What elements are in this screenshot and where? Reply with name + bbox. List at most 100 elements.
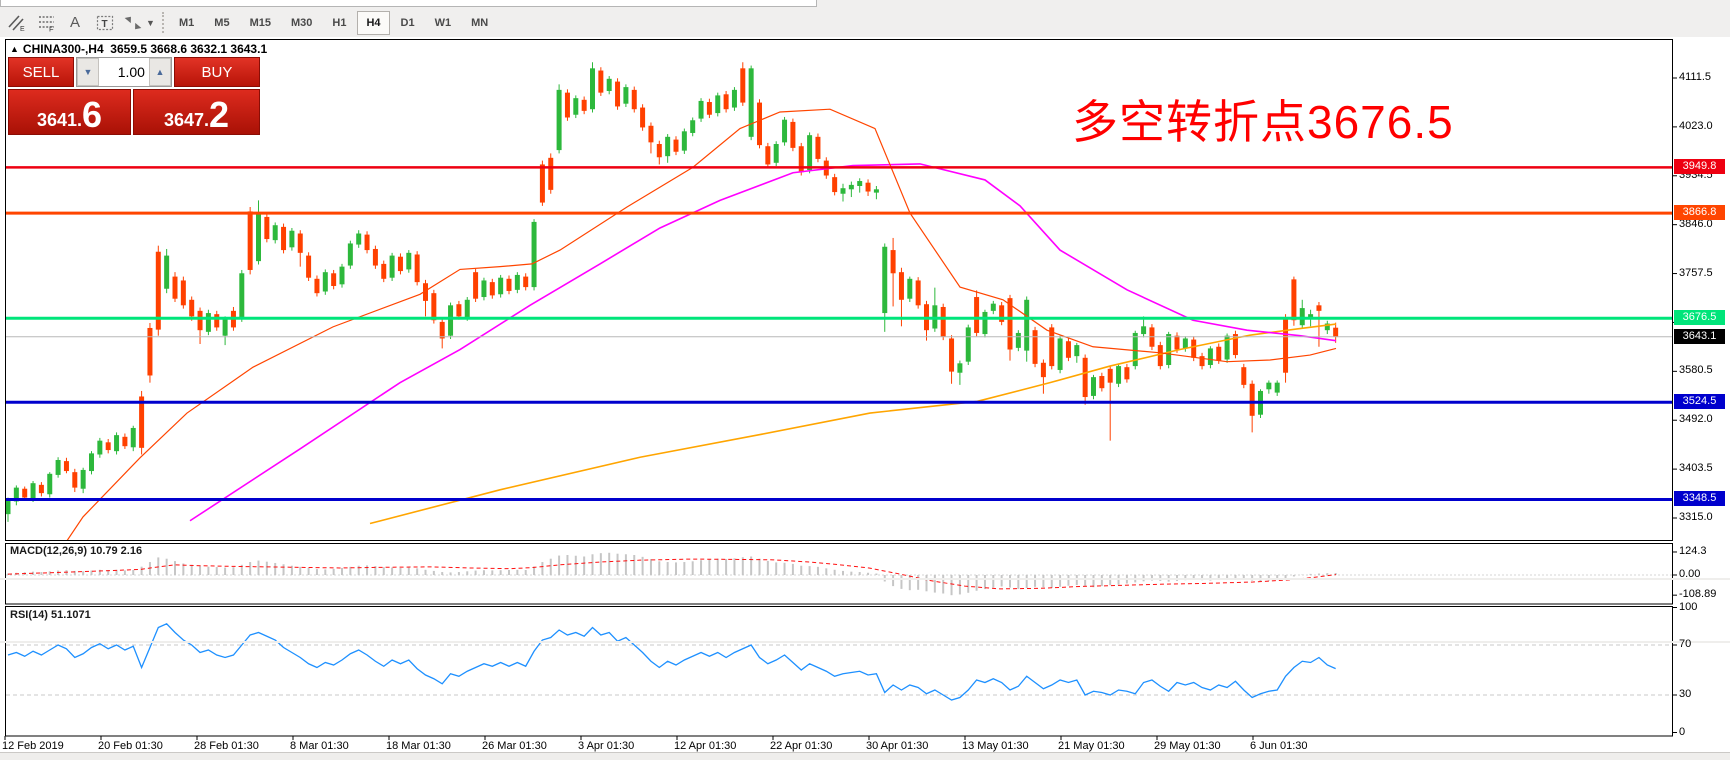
candle-body (840, 188, 846, 194)
candle-body (172, 276, 178, 299)
equidistant-channel-icon[interactable]: E (4, 11, 30, 34)
one-click-trading-panel: SELL ▼ ▲ BUY 3641.6 3647.2 (8, 57, 260, 135)
candle-body (514, 274, 520, 290)
candle-body (1065, 341, 1071, 358)
chart-header: ▲ CHINA300-,H4 3659.5 3668.6 3632.1 3643.… (10, 42, 267, 56)
candle-body (381, 263, 387, 279)
candle-body (974, 297, 980, 333)
fibonacci-icon[interactable]: F (34, 11, 60, 34)
candle-body (1032, 330, 1038, 364)
sell-button[interactable]: SELL (8, 57, 74, 87)
timeframe-button-m15[interactable]: M15 (241, 11, 280, 35)
candle-body (297, 233, 303, 253)
candle-body (907, 278, 913, 299)
timeframe-button-h4[interactable]: H4 (357, 11, 390, 35)
date-label: 13 May 01:30 (962, 740, 1029, 752)
candle-body (356, 233, 362, 245)
candle-body (548, 157, 554, 190)
timeframe-button-w1[interactable]: W1 (426, 11, 461, 35)
chart-annotation-text: 多空转折点3676.5 (1072, 96, 1454, 148)
arrows-icon[interactable] (120, 11, 146, 34)
candle-body (615, 81, 621, 107)
candle-body (807, 135, 813, 170)
candle-body (247, 211, 253, 270)
candle-body (30, 483, 36, 499)
text-icon[interactable]: A (62, 11, 88, 34)
bid-price-box[interactable]: 3641. 6 (8, 89, 132, 135)
candle-body (222, 319, 228, 336)
candle-body (1283, 317, 1289, 373)
candle-body (498, 277, 504, 295)
candle-body (97, 440, 103, 455)
candle-body (715, 95, 721, 114)
candle-body (122, 436, 128, 447)
date-label: 3 Apr 01:30 (578, 740, 635, 752)
candle-body (598, 70, 604, 93)
candle-body (314, 278, 320, 294)
candle-body (1091, 377, 1096, 396)
candle-body (665, 136, 671, 157)
candle-body (1274, 382, 1280, 393)
buy-button[interactable]: BUY (173, 57, 260, 87)
volume-decrease-button[interactable]: ▼ (76, 58, 99, 86)
price-badge: 3949.8 (1674, 159, 1725, 175)
textbox-icon[interactable]: T (92, 11, 118, 34)
candle-body (264, 216, 270, 240)
panel-separator[interactable] (0, 641, 1730, 643)
date-label: 20 Feb 01:30 (98, 740, 163, 752)
date-label: 28 Feb 01:30 (194, 740, 259, 752)
candle-body (723, 94, 729, 110)
candle-body (306, 255, 312, 278)
candle-body (1166, 334, 1172, 365)
candle-body (556, 89, 562, 151)
timeframe-button-mn[interactable]: MN (462, 11, 497, 35)
candle-body (347, 243, 353, 266)
svg-text:F: F (49, 24, 54, 32)
price-badge: 3524.5 (1674, 394, 1725, 410)
candle-body (1174, 335, 1180, 350)
candle-body (782, 119, 788, 143)
date-label: 30 Apr 01:30 (866, 740, 929, 752)
candle-body (114, 435, 120, 452)
panel-separator[interactable] (0, 578, 1730, 580)
chevron-down-icon[interactable]: ▼ (146, 18, 155, 28)
candle-body (256, 212, 261, 262)
timeframe-button-m1[interactable]: M1 (170, 11, 203, 35)
candle-body (656, 144, 662, 158)
candle-body (1107, 368, 1113, 383)
rsi-indicator-label: RSI(14) 51.1071 (10, 609, 91, 621)
candle-body (523, 276, 529, 288)
candle-body (180, 280, 186, 306)
candle-body (539, 164, 545, 203)
rsi-axis-label: 30 (1679, 688, 1692, 700)
candle-body (915, 280, 921, 306)
candle-body (706, 102, 712, 115)
ma-slow-orange (369, 323, 1337, 525)
candle-body (740, 68, 746, 103)
ask-price-box[interactable]: 3647. 2 (133, 89, 260, 135)
candle-body (456, 304, 462, 317)
timeframe-button-m5[interactable]: M5 (205, 11, 238, 35)
svg-text:E: E (20, 26, 25, 32)
timeframe-button-h1[interactable]: H1 (323, 11, 355, 35)
chart-toolbar: E F A T ▼ M1 M5 M15 M30 H1 H4 D1 W1 MN (0, 8, 1730, 38)
chart-graphics (4, 39, 1677, 740)
candle-body (1049, 327, 1055, 367)
timeframe-button-d1[interactable]: D1 (392, 11, 424, 35)
candle-body (731, 89, 737, 108)
volume-increase-button[interactable]: ▲ (148, 58, 171, 86)
candle-body (55, 459, 61, 475)
candle-body (506, 278, 512, 291)
candle-body (1207, 348, 1213, 365)
price-axis-label: 4111.5 (1679, 71, 1712, 83)
price-axis-label: 3492.0 (1679, 413, 1713, 426)
timeframe-button-m30[interactable]: M30 (282, 11, 321, 35)
candle-body (239, 273, 245, 319)
candle-body (865, 182, 871, 192)
volume-input[interactable] (98, 58, 149, 86)
chart-canvas: 4111.54023.03934.53846.03757.53669.03580… (0, 37, 1730, 759)
macd-axis-label: 0.00 (1679, 568, 1701, 580)
collapse-panel-icon[interactable]: ▲ (10, 44, 19, 54)
candle-body (489, 282, 495, 296)
candle-body (757, 102, 762, 146)
